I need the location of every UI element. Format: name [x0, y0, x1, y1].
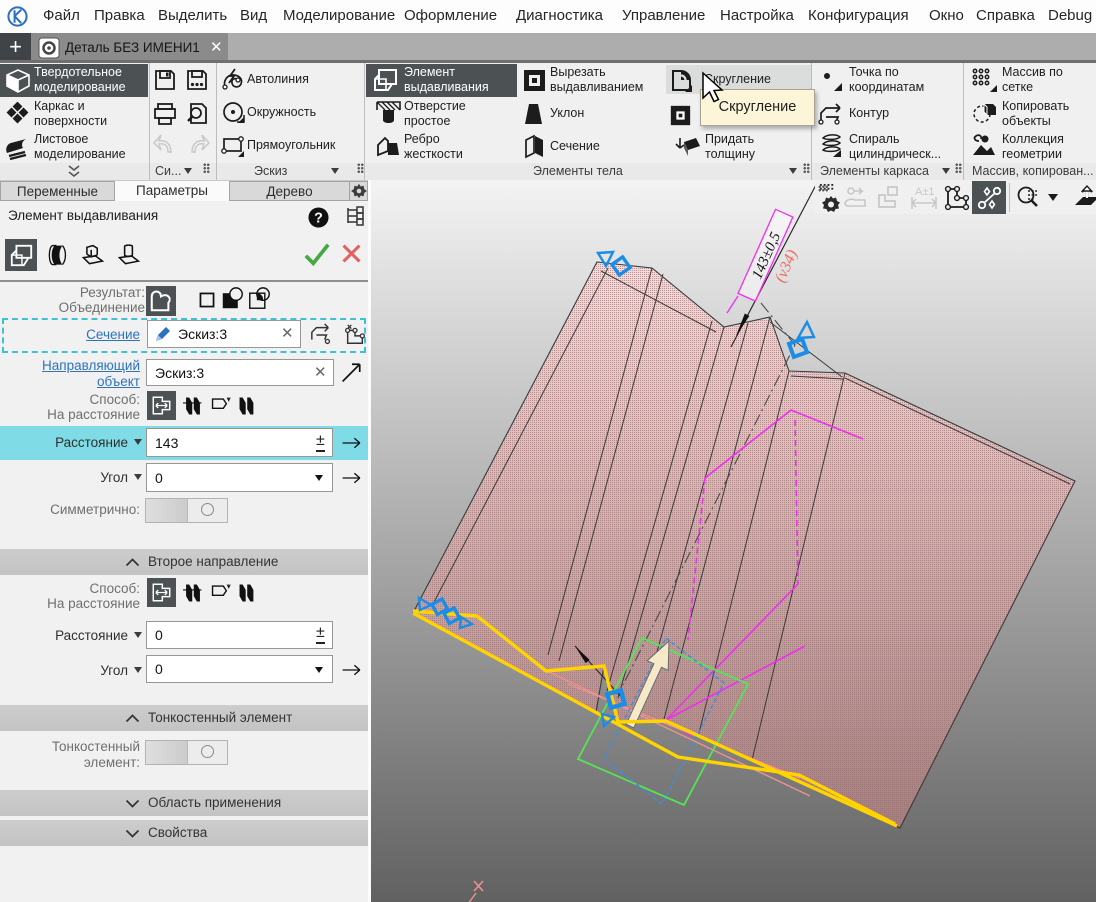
svg-text:?: ?: [314, 210, 323, 226]
svg-text:A±1: A±1: [915, 186, 935, 198]
